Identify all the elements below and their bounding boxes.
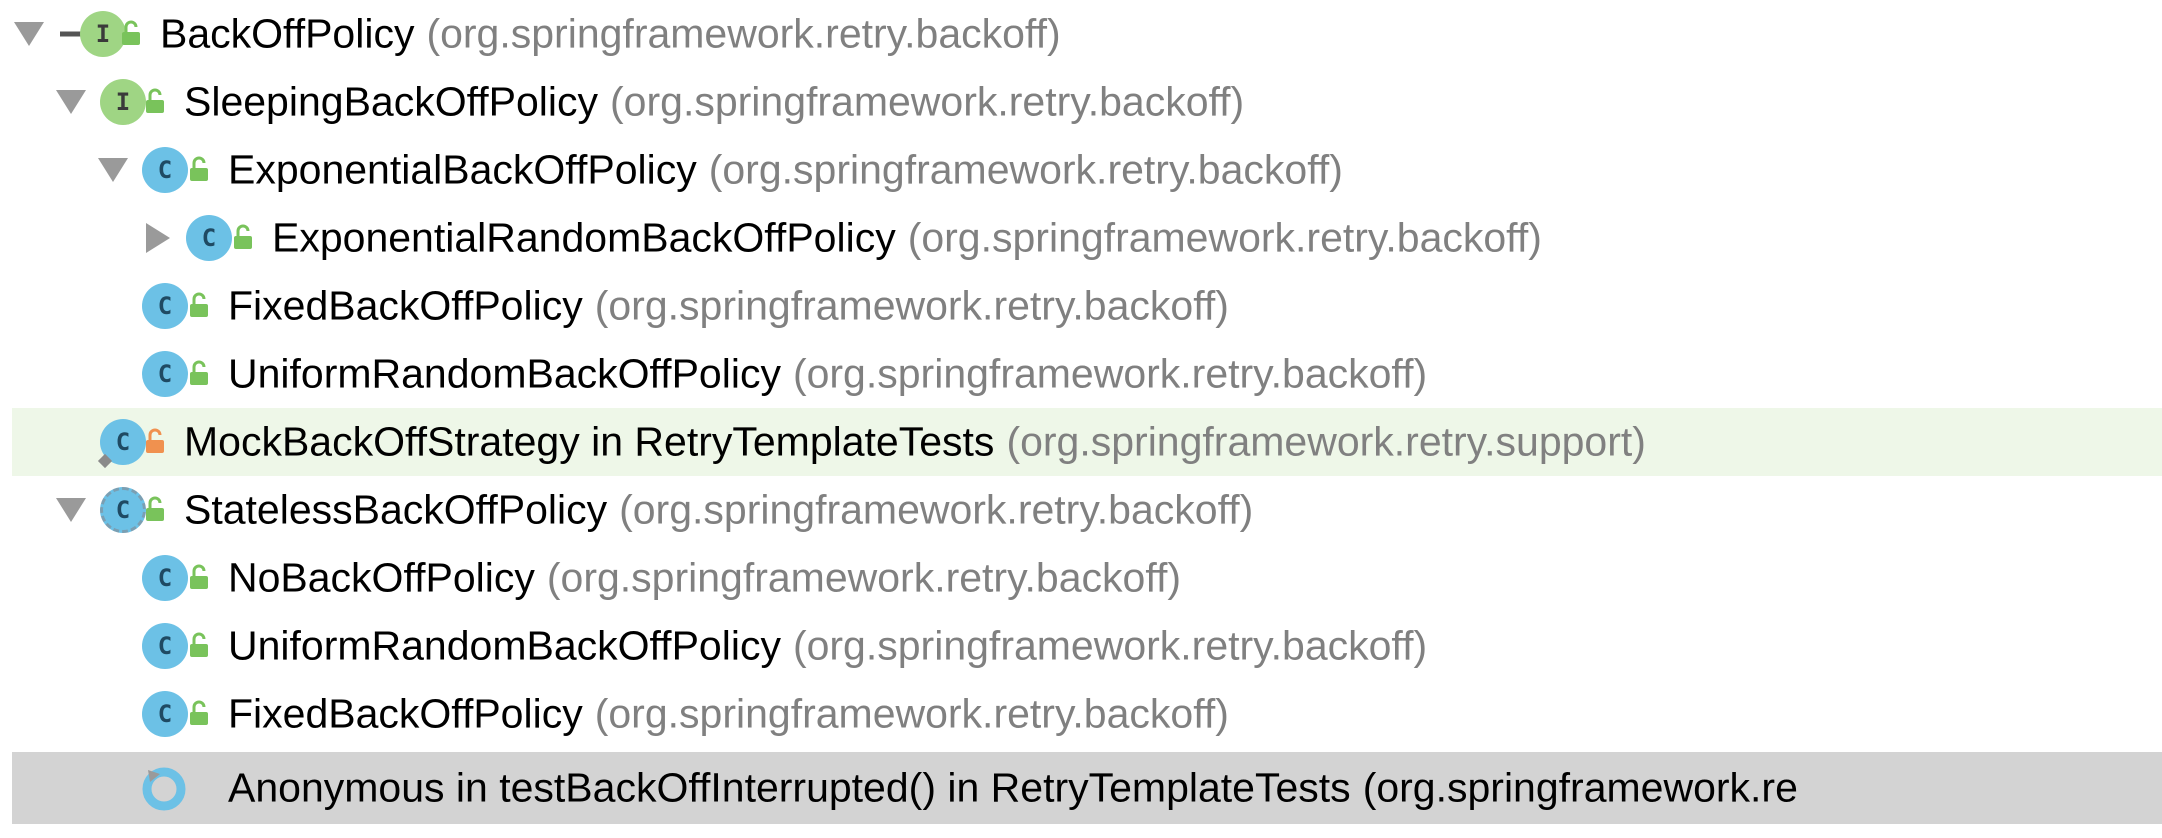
tree-node-label: BackOffPolicy (org.springframework.retry.… (160, 10, 1061, 57)
package-name: (org.springframework.retry.backoff) (610, 78, 1245, 125)
class-icon: C (142, 691, 188, 737)
tree-node-label: UniformRandomBackOffPolicy (org.springfra… (228, 622, 1428, 669)
class-name: FixedBackOffPolicy (228, 282, 583, 329)
expand-arrow-icon[interactable] (14, 22, 44, 46)
package-name: (org.springframework.retry.backoff) (792, 622, 1428, 669)
package-name: (org.springframework.retry.backoff) (426, 10, 1061, 57)
anonymous-class-icon (142, 767, 186, 811)
package-name: (org.springframework.retry.backoff) (594, 690, 1229, 737)
package-name: (org.springframework.retry.backoff) (594, 282, 1229, 329)
package-name: (org.springframework.retry.backoff) (907, 214, 1542, 261)
class-name: UniformRandomBackOffPolicy (228, 350, 781, 397)
public-lock-icon (190, 564, 208, 589)
expand-arrow-icon[interactable] (56, 90, 86, 114)
type-hierarchy-tree: I BackOffPolicy (org.springframework.retr… (0, 0, 2162, 838)
collapsed-arrow-icon[interactable] (146, 223, 170, 253)
tree-node-fixedbackoffpolicy-2[interactable]: C FixedBackOffPolicy (org.springframework… (12, 680, 2162, 748)
tree-node-exponentialrandombackoffpolicy[interactable]: C ExponentialRandomBackOffPolicy (org.spr… (12, 204, 2162, 272)
public-lock-icon (146, 88, 164, 113)
tree-node-exponentialbackoffpolicy[interactable]: C ExponentialBackOffPolicy (org.springfra… (12, 136, 2162, 204)
class-icon: C (142, 283, 188, 329)
inner-class-marker-icon (97, 453, 113, 469)
tree-node-label: FixedBackOffPolicy (org.springframework.r… (228, 282, 1229, 329)
class-name: Anonymous in testBackOffInterrupted() in… (228, 764, 1351, 811)
public-lock-icon (234, 224, 252, 249)
tree-node-anonymous-class[interactable]: Anonymous in testBackOffInterrupted() in… (12, 752, 2162, 824)
package-name: (org.springframework.retry.backoff) (792, 350, 1428, 397)
class-icon: C (142, 351, 188, 397)
expand-arrow-icon[interactable] (56, 498, 86, 522)
tree-node-mockbackoffstrategy[interactable]: C MockBackOffStrategy in RetryTemplateTe… (12, 408, 2162, 476)
tree-node-uniformrandombackoffpolicy-2[interactable]: C UniformRandomBackOffPolicy (org.springf… (12, 612, 2162, 680)
class-name: StatelessBackOffPolicy (184, 486, 608, 533)
public-lock-icon (190, 700, 208, 725)
class-name: BackOffPolicy (160, 10, 415, 57)
class-icon: C (186, 215, 232, 261)
interface-icon: I (100, 79, 146, 125)
class-icon: C (142, 555, 188, 601)
tree-node-uniformrandombackoffpolicy[interactable]: C UniformRandomBackOffPolicy (org.springf… (12, 340, 2162, 408)
public-lock-icon (146, 496, 164, 521)
class-icon: C (142, 623, 188, 669)
private-lock-icon (146, 428, 164, 453)
class-name: MockBackOffStrategy in RetryTemplateTest… (184, 418, 995, 465)
public-lock-icon (190, 632, 208, 657)
class-name: FixedBackOffPolicy (228, 690, 583, 737)
tree-node-label: StatelessBackOffPolicy (org.springframewo… (184, 486, 1254, 533)
tree-node-label: UniformRandomBackOffPolicy (org.springfra… (228, 350, 1428, 397)
tree-node-statelessbackoffpolicy[interactable]: C StatelessBackOffPolicy (org.springframe… (12, 476, 2162, 544)
tree-node-backoffpolicy[interactable]: I BackOffPolicy (org.springframework.retr… (12, 0, 2162, 68)
class-name: ExponentialRandomBackOffPolicy (272, 214, 896, 261)
public-lock-icon (190, 156, 208, 181)
package-name: (org.springframework.retry.support) (1006, 418, 1646, 465)
tree-node-fixedbackoffpolicy[interactable]: C FixedBackOffPolicy (org.springframework… (12, 272, 2162, 340)
tree-node-label: FixedBackOffPolicy (org.springframework.r… (228, 690, 1229, 737)
public-lock-icon (122, 20, 140, 45)
public-lock-icon (190, 292, 208, 317)
package-name: (org.springframework.retry.backoff) (546, 554, 1182, 601)
class-icon: C (142, 147, 188, 193)
tree-node-label: MockBackOffStrategy in RetryTemplateTest… (184, 418, 1646, 465)
public-lock-icon (190, 360, 208, 385)
tree-node-label: SleepingBackOffPolicy (org.springframewor… (184, 78, 1245, 125)
package-name: (org.springframework.retry.backoff) (708, 146, 1343, 193)
package-name: (org.springframework.re (1362, 764, 1798, 811)
tree-node-label: NoBackOffPolicy (org.springframework.retr… (228, 554, 1182, 601)
class-name: SleepingBackOffPolicy (184, 78, 599, 125)
tree-node-nobackoffpolicy[interactable]: C NoBackOffPolicy (org.springframework.re… (12, 544, 2162, 612)
class-name: UniformRandomBackOffPolicy (228, 622, 781, 669)
expand-arrow-icon[interactable] (98, 158, 128, 182)
class-name: NoBackOffPolicy (228, 554, 535, 601)
abstract-class-icon: C (100, 487, 146, 533)
package-name: (org.springframework.retry.backoff) (619, 486, 1254, 533)
tree-node-sleepingbackoffpolicy[interactable]: I SleepingBackOffPolicy (org.springframew… (12, 68, 2162, 136)
class-name: ExponentialBackOffPolicy (228, 146, 697, 193)
tree-node-label: ExponentialBackOffPolicy (org.springframe… (228, 146, 1343, 193)
tree-node-label: ExponentialRandomBackOffPolicy (org.sprin… (272, 214, 1542, 261)
tree-node-label: Anonymous in testBackOffInterrupted() in… (228, 764, 1798, 811)
